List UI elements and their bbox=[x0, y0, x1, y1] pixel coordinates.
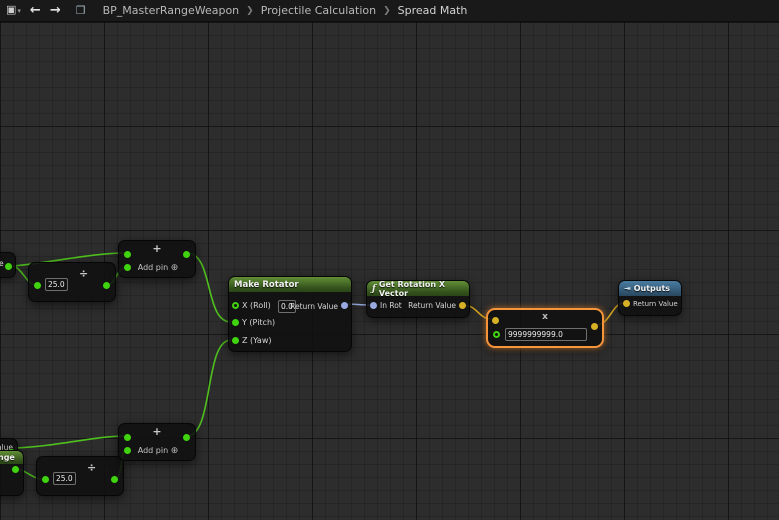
input-pin[interactable] bbox=[124, 434, 131, 441]
node-header: ƒ Get Rotation X Vector bbox=[367, 281, 469, 296]
breadcrumb-projectile-calculation[interactable]: Projectile Calculation bbox=[261, 4, 376, 17]
value-input[interactable]: 25.0 bbox=[53, 472, 76, 485]
output-pin[interactable] bbox=[183, 251, 190, 258]
input-pin-x-roll[interactable] bbox=[232, 302, 239, 309]
get-rotation-x-vector-node[interactable]: ƒ Get Rotation X Vector In Rot Return Va… bbox=[366, 280, 470, 318]
output-pin-return-value[interactable] bbox=[459, 302, 466, 309]
multiply-node[interactable]: x 9999999999.0 bbox=[486, 308, 604, 348]
add-pin-label: Add pin bbox=[138, 263, 168, 272]
input-pin-b[interactable] bbox=[493, 331, 500, 338]
forward-button[interactable]: → bbox=[50, 3, 61, 18]
node-header: ⇥ Outputs bbox=[619, 281, 681, 296]
wire-add-bottom-to-rotator-z[interactable] bbox=[187, 340, 231, 436]
window-icon: ▣ bbox=[6, 3, 16, 16]
graph-canvas[interactable]: e 25.0 ÷ + Add pin ⊕ Make Rotator bbox=[0, 22, 779, 520]
add-pin-icon: ⊕ bbox=[171, 263, 179, 273]
input-pin-a[interactable] bbox=[492, 317, 499, 324]
pin-label: Y (Pitch) bbox=[242, 318, 275, 328]
make-rotator-node[interactable]: Make Rotator X (Roll) 0.0 Return Value Y… bbox=[228, 276, 352, 352]
divide-node-top[interactable]: 25.0 ÷ bbox=[28, 262, 116, 302]
input-pin-z-yaw[interactable] bbox=[232, 337, 239, 344]
output-pin-return-value[interactable] bbox=[341, 302, 348, 309]
add-node-top[interactable]: + Add pin ⊕ bbox=[118, 240, 196, 278]
pin-label: e bbox=[0, 259, 4, 269]
blueprint-editor: ▣▾ ← → ❐ BP_MasterRangeWeapon ❯ Projecti… bbox=[0, 0, 779, 520]
node-title: Make Rotator bbox=[234, 280, 299, 290]
breadcrumb-blueprint[interactable]: BP_MasterRangeWeapon bbox=[103, 4, 240, 17]
divide-symbol: ÷ bbox=[79, 267, 88, 280]
window-menu-button[interactable]: ▣▾ bbox=[6, 0, 21, 22]
value-input[interactable]: 25.0 bbox=[45, 278, 68, 291]
input-pin[interactable] bbox=[42, 476, 49, 483]
output-pin[interactable] bbox=[111, 476, 118, 483]
multiplier-value-input[interactable]: 9999999999.0 bbox=[505, 328, 587, 341]
output-pin[interactable] bbox=[5, 263, 12, 270]
pin-label: Return Value bbox=[408, 301, 456, 311]
input-pin-y-pitch[interactable] bbox=[232, 319, 239, 326]
graph-toolbar: ▣▾ ← → ❐ BP_MasterRangeWeapon ❯ Projecti… bbox=[0, 0, 779, 22]
partial-node-range[interactable]: nge bbox=[0, 450, 24, 496]
outputs-icon: ⇥ bbox=[624, 284, 631, 293]
input-pin-in-rot[interactable] bbox=[370, 302, 377, 309]
multiply-symbol: x bbox=[488, 312, 602, 322]
input-pin[interactable] bbox=[34, 282, 41, 289]
partial-node-top[interactable]: e bbox=[0, 252, 16, 278]
wires-layer bbox=[0, 22, 779, 520]
add-pin-label: Add pin bbox=[138, 446, 168, 455]
pin-label: Z (Yaw) bbox=[242, 336, 272, 346]
pin-label: Return Value bbox=[633, 299, 678, 309]
output-pin[interactable] bbox=[591, 323, 598, 330]
node-header: Make Rotator bbox=[229, 277, 351, 292]
pin-label: In Rot bbox=[380, 301, 402, 311]
input-pin-return-value[interactable] bbox=[623, 300, 630, 307]
add-pin-icon: ⊕ bbox=[171, 446, 179, 456]
wire-source-to-add-bottom[interactable] bbox=[15, 436, 126, 448]
add-pin-button[interactable]: Add pin ⊕ bbox=[125, 263, 191, 273]
outputs-node[interactable]: ⇥ Outputs Return Value bbox=[618, 280, 682, 316]
breadcrumb-spread-math[interactable]: Spread Math bbox=[398, 4, 468, 17]
back-button[interactable]: ← bbox=[30, 3, 41, 18]
divide-symbol: ÷ bbox=[87, 461, 96, 474]
pin-label: Return Value bbox=[290, 302, 338, 312]
node-title: nge bbox=[0, 453, 15, 462]
graph-icon: ❐ bbox=[76, 4, 86, 17]
function-icon: ƒ bbox=[372, 284, 376, 294]
output-pin[interactable] bbox=[12, 466, 19, 473]
output-pin[interactable] bbox=[183, 434, 190, 441]
divide-node-bottom[interactable]: 25.0 ÷ bbox=[36, 456, 124, 496]
output-pin[interactable] bbox=[103, 282, 110, 289]
add-node-bottom[interactable]: + Add pin ⊕ bbox=[118, 423, 196, 461]
node-title: Outputs bbox=[634, 284, 670, 293]
breadcrumb-separator-icon: ❯ bbox=[246, 6, 254, 16]
breadcrumb-separator-icon: ❯ bbox=[383, 6, 391, 16]
chevron-down-icon: ▾ bbox=[17, 7, 21, 15]
input-pin[interactable] bbox=[124, 251, 131, 258]
node-header: nge bbox=[0, 451, 23, 464]
pin-label: X (Roll) bbox=[242, 301, 271, 311]
add-pin-button[interactable]: Add pin ⊕ bbox=[125, 446, 191, 456]
node-title: Get Rotation X Vector bbox=[379, 280, 464, 298]
breadcrumb: BP_MasterRangeWeapon ❯ Projectile Calcul… bbox=[103, 4, 468, 17]
